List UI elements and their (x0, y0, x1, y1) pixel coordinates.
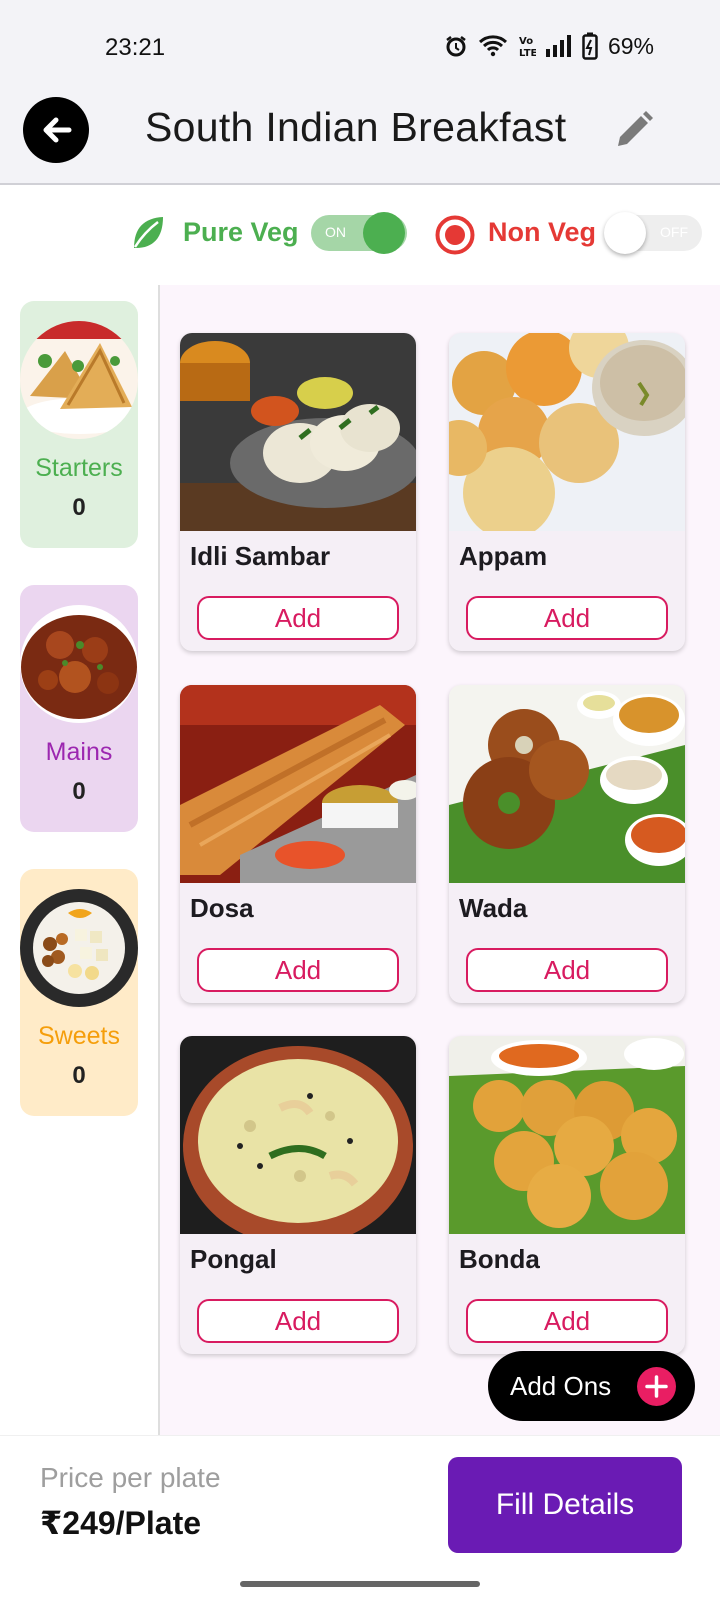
non-veg-toggle[interactable]: OFF (604, 212, 702, 254)
price-value: ₹249/Plate (40, 1505, 202, 1541)
item-name: Dosa (190, 893, 254, 923)
mains-image (20, 605, 138, 723)
fill-details-button[interactable]: Fill Details (448, 1457, 682, 1553)
add-ons-button[interactable]: Add Ons (488, 1351, 695, 1421)
item-name: Bonda (459, 1244, 540, 1274)
toggle-on-text: ON (325, 224, 346, 240)
menu-item-card: Idli Sambar Add (180, 333, 416, 651)
status-bar: 23:21 Vo LTE 69% (0, 0, 720, 90)
battery-percent: 69% (607, 32, 654, 59)
toggle-off-text: OFF (660, 224, 688, 240)
svg-text:Vo: Vo (519, 36, 533, 47)
toggle-knob (604, 212, 646, 254)
pongal-photo (180, 1036, 416, 1234)
category-count: 0 (72, 1062, 86, 1089)
category-starters[interactable]: Starters 0 (20, 301, 138, 548)
add-button[interactable]: Add (466, 1299, 668, 1343)
add-button[interactable]: Add (197, 596, 399, 640)
pure-veg-label: Pure Veg (183, 217, 299, 247)
category-sidebar: Starters 0 Mains 0 Sweets 0 (0, 285, 158, 1435)
price-label: Price per plate (40, 1462, 221, 1493)
category-name: Starters (35, 454, 123, 482)
wifi-icon (478, 35, 507, 57)
signal-icon (545, 35, 571, 57)
wada-photo (449, 685, 685, 883)
pencil-icon (618, 111, 653, 146)
menu-item-card: Dosa Add (180, 685, 416, 1003)
item-name: Appam (459, 541, 548, 571)
sweets-image (20, 889, 138, 1007)
bonda-photo (449, 1036, 685, 1234)
arrow-left-icon (43, 117, 72, 143)
item-name: Wada (459, 893, 528, 923)
diet-filter-bar: Pure Veg ON Non Veg OFF (0, 210, 720, 260)
leaf-icon (133, 217, 163, 248)
category-sweets[interactable]: Sweets 0 (20, 869, 138, 1116)
status-icons: Vo LTE 69% (444, 32, 654, 60)
menu-item-card: Bonda Add (449, 1036, 685, 1354)
item-name: Idli Sambar (190, 541, 331, 571)
back-button[interactable] (23, 97, 89, 163)
menu-grid: Idli Sambar Add Appam Add Dosa Add Wada … (160, 285, 720, 1435)
add-button[interactable]: Add (466, 948, 668, 992)
appam-photo (449, 333, 685, 531)
starters-image (20, 321, 138, 439)
menu-item-card: Pongal Add (180, 1036, 416, 1354)
status-time: 23:21 (105, 34, 166, 61)
toggle-knob (363, 212, 405, 254)
nonveg-indicator-icon (435, 215, 475, 255)
add-button[interactable]: Add (466, 596, 668, 640)
add-ons-label: Add Ons (510, 1371, 612, 1401)
svg-text:LTE: LTE (519, 48, 536, 59)
category-name: Mains (45, 738, 113, 766)
category-mains[interactable]: Mains 0 (20, 585, 138, 832)
category-count: 0 (72, 778, 86, 805)
battery-icon (582, 32, 598, 60)
app-bar: South Indian Breakfast (0, 90, 720, 185)
alarm-icon (446, 36, 466, 57)
idli-sambar-photo (180, 333, 416, 531)
home-indicator[interactable] (240, 1581, 480, 1587)
dosa-photo (180, 685, 416, 883)
volte-icon: VoLTE (519, 36, 536, 59)
item-name: Pongal (190, 1244, 277, 1274)
pure-veg-toggle[interactable]: ON (311, 212, 407, 254)
edit-button[interactable] (612, 108, 656, 152)
category-name: Sweets (38, 1022, 120, 1050)
plus-icon (637, 1367, 676, 1406)
add-button[interactable]: Add (197, 948, 399, 992)
menu-item-card: Wada Add (449, 685, 685, 1003)
bottom-bar: Price per plate ₹249/Plate Fill Details (0, 1435, 720, 1600)
page-title: South Indian Breakfast (145, 104, 567, 150)
menu-item-card: Appam Add (449, 333, 685, 651)
category-count: 0 (72, 494, 86, 521)
add-button[interactable]: Add (197, 1299, 399, 1343)
non-veg-label: Non Veg (488, 217, 597, 247)
